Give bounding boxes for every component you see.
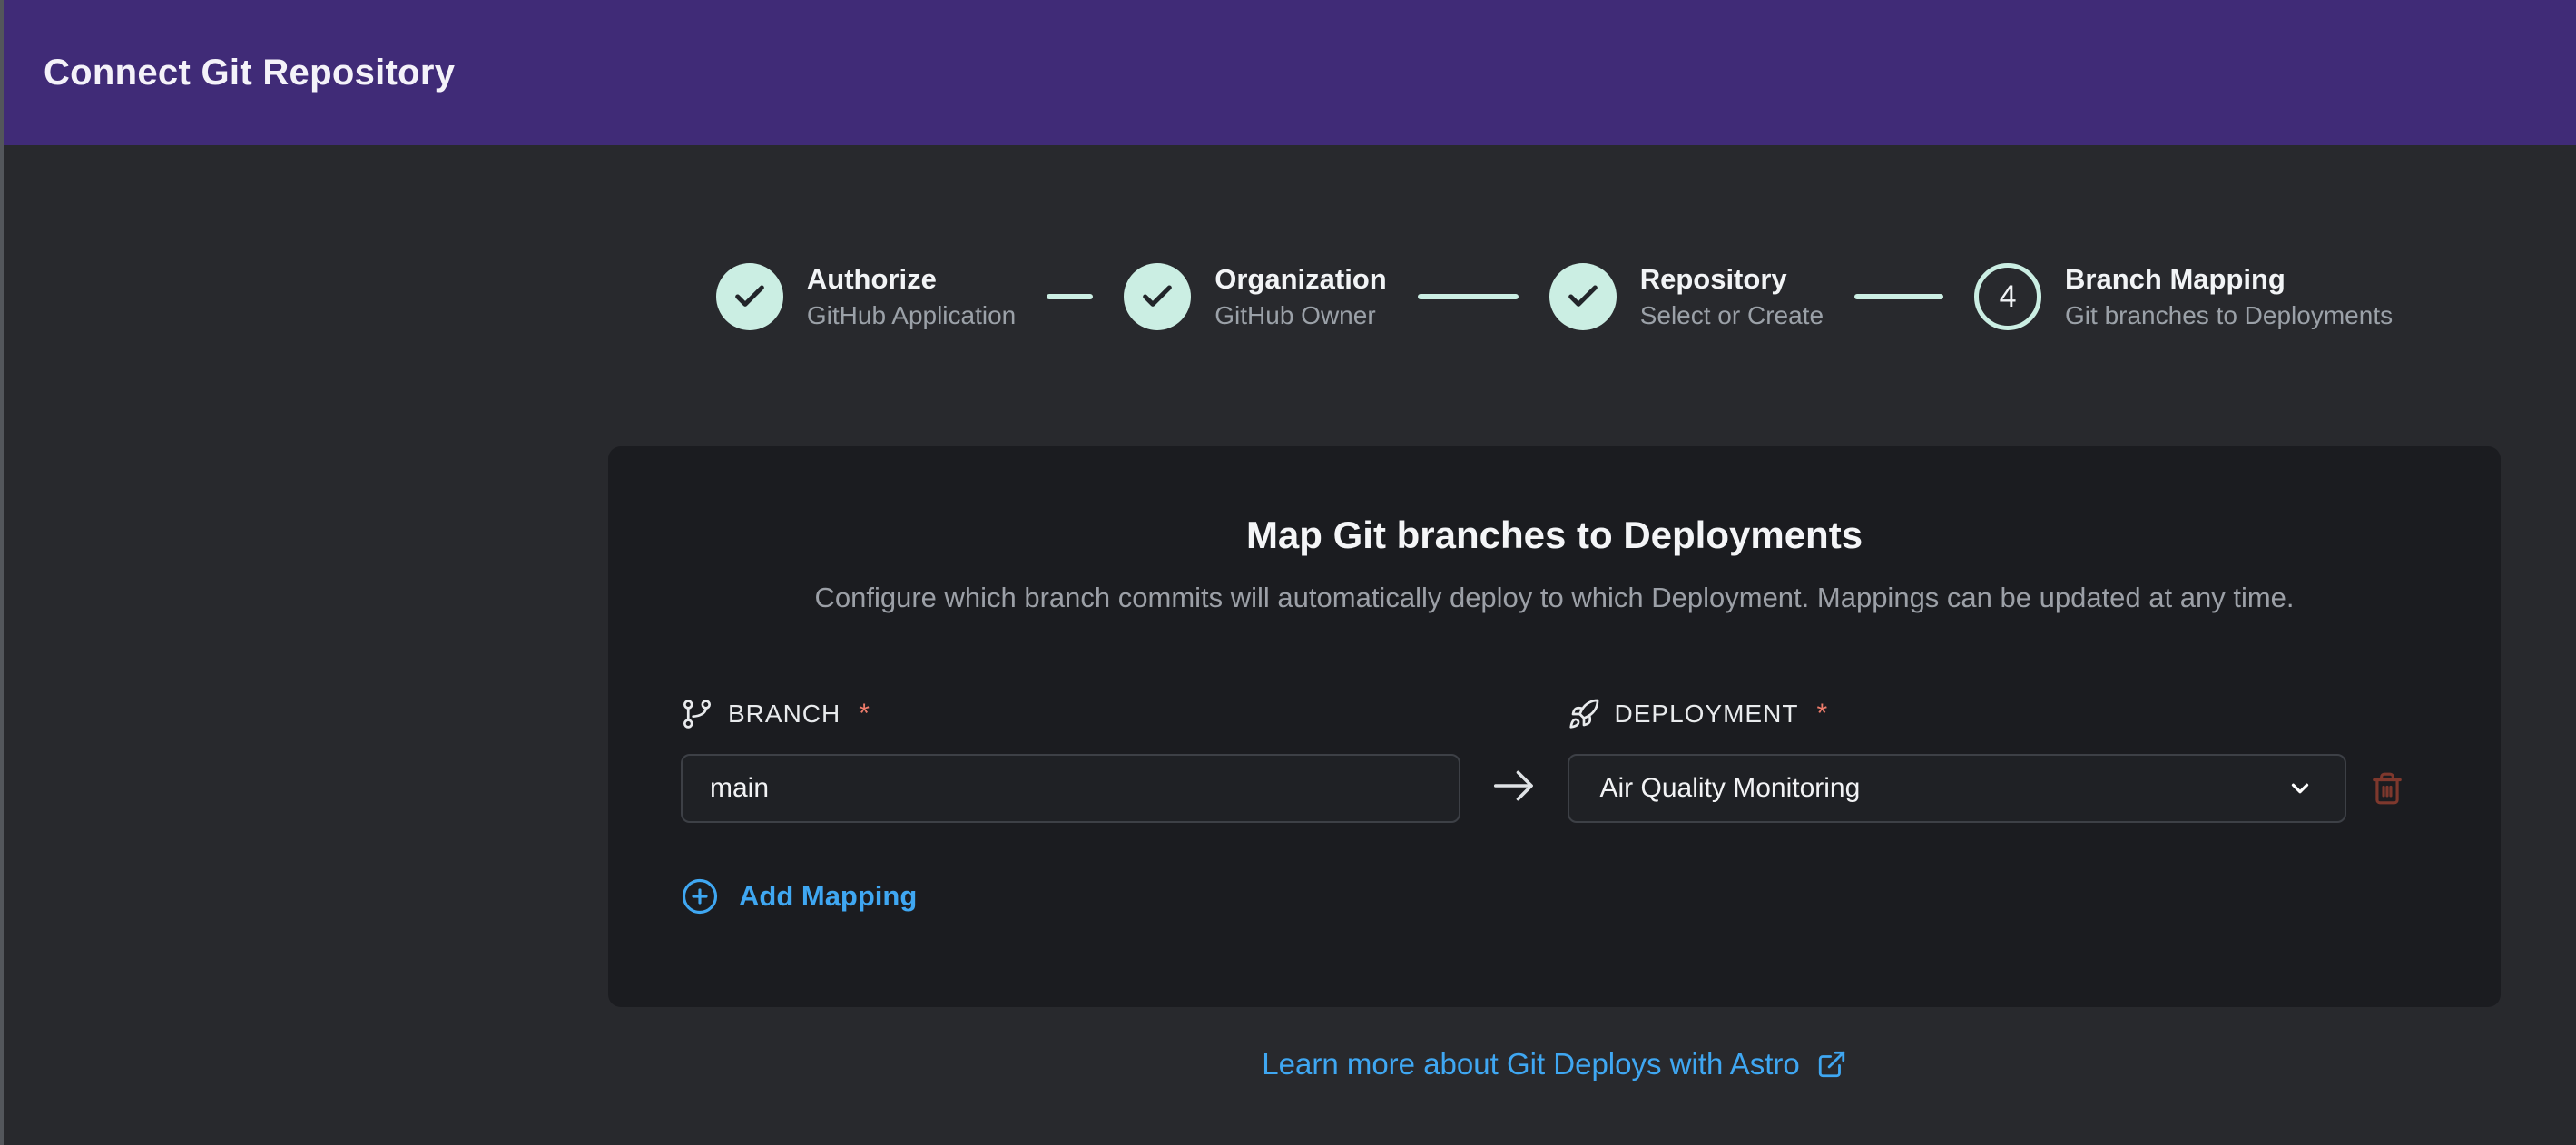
step-organization[interactable]: Organization GitHub Owner — [1124, 263, 1386, 330]
branch-mapping-card: Map Git branches to Deployments Configur… — [608, 446, 2501, 1007]
main-content: Authorize GitHub Application Organizatio… — [608, 263, 2501, 1081]
dialog-header: Connect Git Repository — [4, 0, 2576, 145]
step-connector — [1047, 294, 1093, 299]
required-marker: * — [1816, 699, 1827, 729]
branch-input[interactable] — [681, 754, 1460, 823]
branch-field-group: BRANCH * — [681, 698, 1460, 823]
git-branch-icon — [681, 698, 713, 730]
mapping-actions — [2346, 771, 2428, 806]
step-complete-circle — [1124, 263, 1191, 330]
deployment-label: DEPLOYMENT — [1615, 700, 1799, 729]
step-label: Repository — [1640, 264, 1824, 295]
step-sublabel: Select or Create — [1640, 302, 1824, 330]
add-mapping-label: Add Mapping — [739, 880, 917, 913]
step-complete-circle — [716, 263, 783, 330]
mapping-arrow — [1460, 761, 1568, 810]
check-icon — [732, 279, 768, 315]
check-icon — [1565, 279, 1601, 315]
step-sublabel: Git branches to Deployments — [2065, 302, 2393, 330]
step-connector — [1854, 294, 1943, 299]
step-branch-mapping[interactable]: 4 Branch Mapping Git branches to Deploym… — [1974, 263, 2393, 330]
external-link-icon — [1816, 1049, 1847, 1080]
page-title: Connect Git Repository — [44, 53, 455, 93]
step-number-circle: 4 — [1974, 263, 2041, 330]
learn-more-label: Learn more about Git Deploys with Astro — [1262, 1047, 1799, 1081]
deployment-select[interactable]: Air Quality Monitoring — [1568, 754, 2347, 823]
trash-icon — [2370, 771, 2404, 806]
step-complete-circle — [1549, 263, 1617, 330]
rocket-icon — [1568, 698, 1600, 730]
step-number: 4 — [2000, 279, 2017, 315]
wizard-stepper: Authorize GitHub Application Organizatio… — [608, 263, 2501, 330]
card-title: Map Git branches to Deployments — [681, 514, 2428, 557]
step-authorize[interactable]: Authorize GitHub Application — [716, 263, 1016, 330]
delete-mapping-button[interactable] — [2370, 771, 2404, 806]
deployment-select-value: Air Quality Monitoring — [1600, 773, 1861, 804]
deployment-label-row: DEPLOYMENT * — [1568, 698, 2347, 730]
step-label: Authorize — [807, 264, 1016, 295]
mapping-row: BRANCH * — [681, 698, 2428, 823]
card-description: Configure which branch commits will auto… — [681, 582, 2428, 614]
plus-circle-icon — [681, 877, 719, 915]
chevron-down-icon — [2286, 775, 2314, 802]
arrow-right-icon — [1490, 761, 1539, 810]
step-sublabel: GitHub Application — [807, 302, 1016, 330]
branch-label-row: BRANCH * — [681, 698, 1460, 730]
check-icon — [1139, 279, 1175, 315]
deployment-field-group: DEPLOYMENT * Air Quality Monitoring — [1568, 698, 2347, 823]
step-sublabel: GitHub Owner — [1214, 302, 1386, 330]
learn-more-link[interactable]: Learn more about Git Deploys with Astro — [608, 1047, 2501, 1081]
window-left-edge — [0, 0, 4, 1145]
step-connector — [1418, 294, 1519, 299]
add-mapping-button[interactable]: Add Mapping — [681, 877, 917, 915]
branch-label: BRANCH — [728, 700, 841, 729]
step-label: Organization — [1214, 264, 1386, 295]
step-repository[interactable]: Repository Select or Create — [1549, 263, 1824, 330]
step-label: Branch Mapping — [2065, 264, 2393, 295]
required-marker: * — [859, 699, 870, 729]
